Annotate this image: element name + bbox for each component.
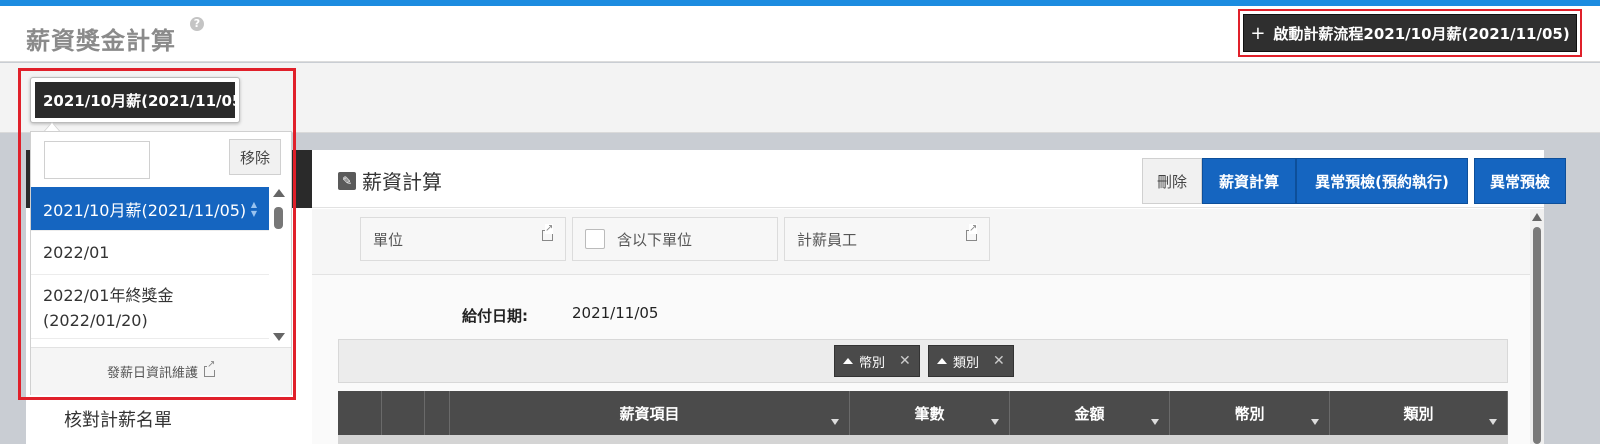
delete-button[interactable]: 刪除	[1142, 158, 1202, 204]
sort-up-icon	[843, 358, 853, 364]
grid-header: 薪資項目 筆數 金額 幣別 類別	[338, 391, 1508, 435]
start-button-highlight: + 啟動計薪流程2021/10月薪(2021/11/05)	[1238, 9, 1582, 57]
filter-icon[interactable]	[1151, 419, 1159, 425]
column-header-salary-item[interactable]: 薪資項目	[450, 391, 850, 435]
plus-icon: +	[1250, 22, 1266, 44]
column-header-label: 類別	[1403, 404, 1434, 423]
scroll-up-icon[interactable]	[1532, 213, 1542, 221]
filter-bar: 單位 含以下單位 計薪員工	[312, 209, 1530, 275]
close-icon[interactable]: ✕	[993, 353, 1005, 369]
sort-up-icon	[937, 358, 947, 364]
nav-item-verify-list[interactable]: 核對計薪名單	[64, 406, 172, 432]
unit-filter-label: 單位	[373, 230, 404, 249]
main-panel: ✎ 薪資計算 刪除 薪資計算 異常預檢(預約執行) 異常預檢 單位 含以下單位 …	[312, 150, 1566, 444]
calculate-button[interactable]: 薪資計算	[1202, 158, 1296, 204]
filter-icon[interactable]	[831, 419, 839, 425]
employee-filter[interactable]: 計薪員工	[784, 217, 990, 261]
precheck-button[interactable]: 異常預檢	[1474, 158, 1566, 204]
main-header: ✎ 薪資計算 刪除 薪資計算 異常預檢(預約執行) 異常預檢	[312, 150, 1566, 208]
precheck-scheduled-button[interactable]: 異常預檢(預約執行)	[1296, 158, 1468, 204]
group-chip-currency[interactable]: 幣別 ✕	[834, 345, 920, 377]
column-header-label: 幣別	[1234, 404, 1265, 423]
start-payroll-button[interactable]: + 啟動計薪流程2021/10月薪(2021/11/05)	[1243, 14, 1577, 52]
close-icon[interactable]: ✕	[899, 353, 911, 369]
group-by-bar: 幣別 ✕ 類別 ✕	[338, 339, 1508, 383]
pay-date-value: 2021/11/05	[572, 304, 659, 322]
column-header	[425, 391, 450, 435]
include-sub-units-checkbox[interactable]	[585, 229, 605, 249]
external-link-icon	[542, 224, 554, 241]
edit-icon: ✎	[338, 172, 356, 190]
include-sub-units-filter[interactable]: 含以下單位	[572, 217, 778, 261]
scroll-thumb[interactable]	[1533, 227, 1541, 444]
unit-filter[interactable]: 單位	[360, 217, 566, 261]
filter-icon[interactable]	[1311, 419, 1319, 425]
column-header-category[interactable]: 類別	[1330, 391, 1508, 435]
column-header	[338, 391, 382, 435]
external-link-icon	[966, 224, 978, 241]
page-title: 薪資獎金計算	[26, 27, 176, 55]
column-header-label: 筆數	[914, 404, 945, 423]
filter-icon[interactable]	[991, 419, 999, 425]
include-sub-units-label: 含以下單位	[617, 230, 693, 249]
main-body: 單位 含以下單位 計薪員工 給付日期: 2021/11/05 幣別 ✕ 類別	[312, 209, 1544, 444]
column-header-label: 金額	[1074, 404, 1105, 423]
help-icon[interactable]: ?	[190, 17, 204, 31]
main-scrollbar[interactable]	[1530, 209, 1544, 444]
group-chip-category[interactable]: 類別 ✕	[928, 345, 1014, 377]
column-header-count[interactable]: 筆數	[850, 391, 1010, 435]
grid-body-edge	[338, 435, 1508, 444]
main-title: 薪資計算	[362, 170, 442, 194]
employee-filter-label: 計薪員工	[797, 230, 858, 249]
action-buttons: 刪除 薪資計算 異常預檢(預約執行) 異常預檢	[1142, 158, 1566, 204]
column-header	[382, 391, 425, 435]
period-popover-highlight	[18, 68, 296, 400]
column-header-label: 薪資項目	[619, 404, 680, 423]
column-header-amount[interactable]: 金額	[1010, 391, 1170, 435]
column-header-currency[interactable]: 幣別	[1170, 391, 1330, 435]
pay-date-label: 給付日期:	[462, 307, 528, 325]
filter-icon[interactable]	[1489, 419, 1497, 425]
start-payroll-label: 啟動計薪流程2021/10月薪(2021/11/05)	[1273, 24, 1570, 43]
group-chip-label: 幣別	[859, 355, 886, 371]
page-header: 薪資獎金計算 ? + 啟動計薪流程2021/10月薪(2021/11/05)	[0, 6, 1600, 62]
group-chip-label: 類別	[953, 355, 980, 371]
